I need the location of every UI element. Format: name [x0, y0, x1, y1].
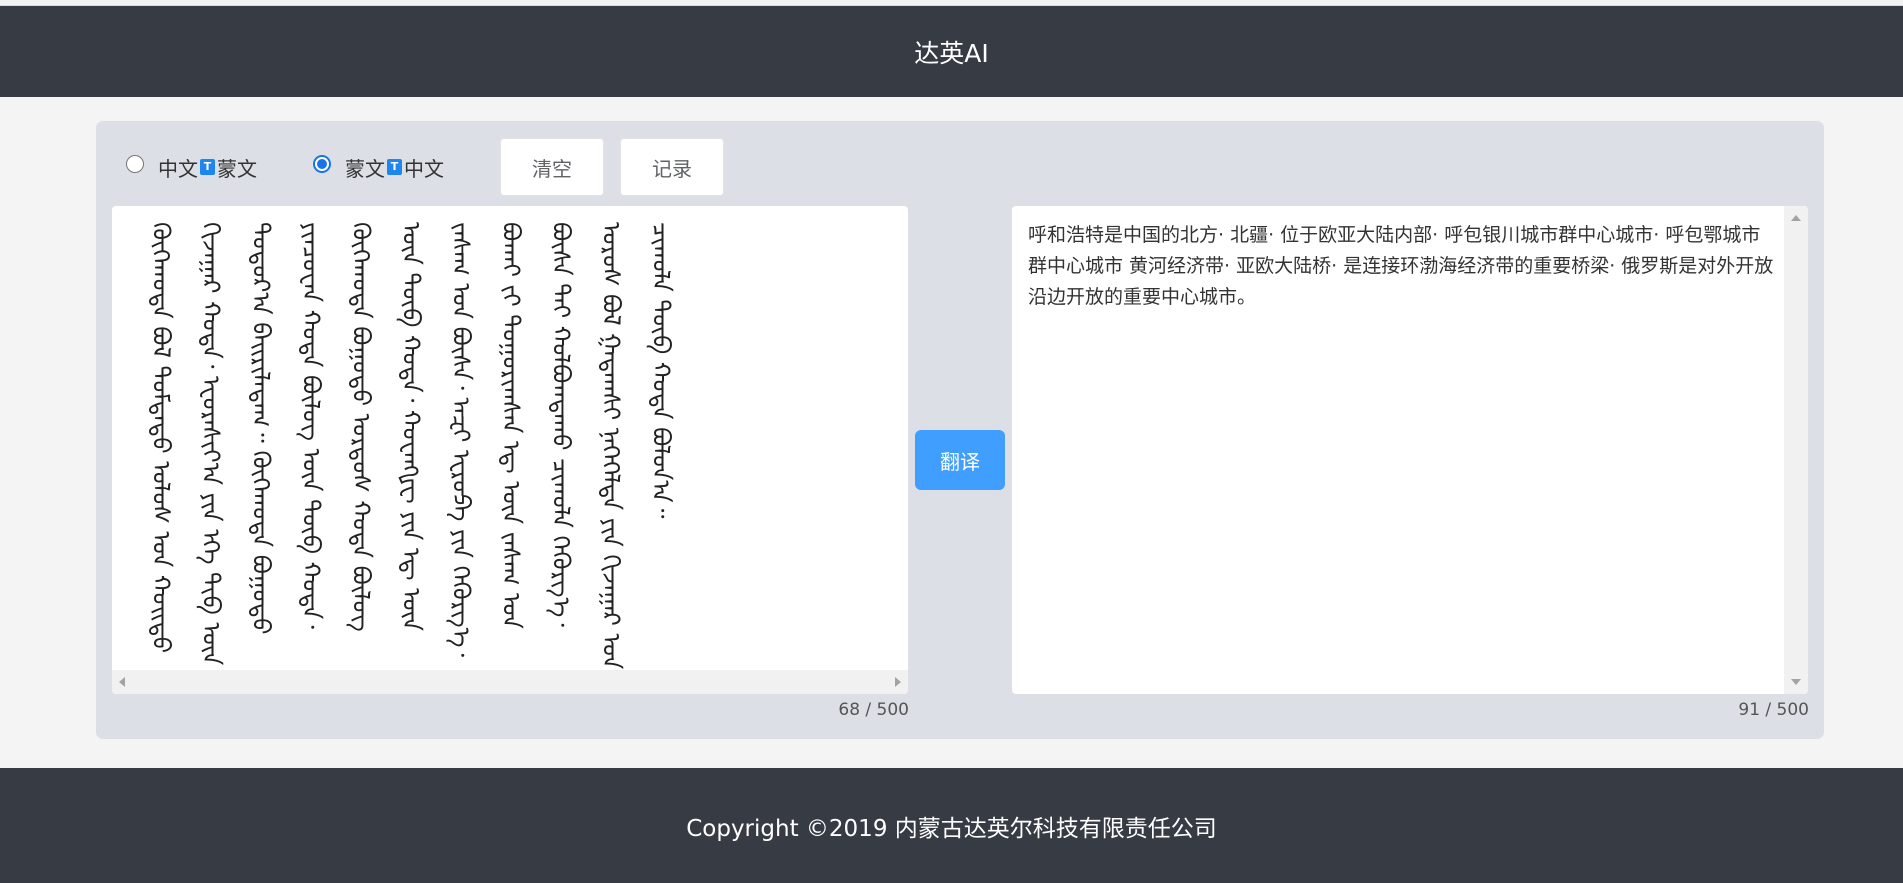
scroll-down-icon[interactable] — [1791, 679, 1801, 685]
radio-mn-to-zh-circle[interactable] — [313, 155, 331, 173]
radio-mn-to-zh[interactable]: 蒙文 T 中文 — [313, 152, 444, 182]
translate-button[interactable]: 翻译 — [915, 430, 1005, 490]
radio-zh-to-mn-from: 中文 — [158, 156, 198, 181]
result-char-count: 91 / 500 — [1738, 700, 1809, 720]
history-button[interactable]: 记录 — [620, 138, 724, 196]
footer-bar: Copyright ©2019 内蒙古达英尔科技有限责任公司 — [0, 768, 1903, 883]
scroll-up-icon[interactable] — [1791, 215, 1801, 221]
result-textarea[interactable]: 呼和浩特是中国的北方· 北疆· 位于欧亚大陆内部· 呼包银川城市群中心城市· 呼… — [1011, 205, 1809, 695]
source-char-count: 68 / 500 — [838, 700, 909, 720]
header-bar: 达英AI — [0, 6, 1903, 97]
app-title: 达英AI — [914, 38, 989, 68]
vertical-scrollbar[interactable] — [1784, 206, 1808, 694]
result-text: 呼和浩特是中国的北方· 北疆· 位于欧亚大陆内部· 呼包银川城市群中心城市· 呼… — [1028, 224, 1774, 308]
copyright-text: Copyright ©2019 内蒙古达英尔科技有限责任公司 — [686, 815, 1217, 842]
translate-badge-icon: T — [200, 159, 215, 175]
scroll-right-icon[interactable] — [895, 677, 901, 687]
radio-zh-to-mn-to: 蒙文 — [217, 156, 257, 181]
radio-zh-to-mn[interactable]: 中文 T 蒙文 — [126, 152, 257, 182]
translate-badge-icon: T — [387, 159, 402, 175]
source-text: ᠬᠥᠬᠡᠬᠣᠲᠠ ᠪᠣᠯ ᠳᠤᠮᠳᠠᠳᠤ ᠤᠯᠤᠰ ᠤᠨ ᠬᠣᠢᠲᠤ ᠬᠢᠵᠠᠭ… — [147, 222, 675, 670]
source-textarea[interactable]: ᠬᠥᠬᠡᠬᠣᠲᠠ ᠪᠣᠯ ᠳᠤᠮᠳᠠᠳᠤ ᠤᠯᠤᠰ ᠤᠨ ᠬᠣᠢᠲᠤ ᠬᠢᠵᠠᠭ… — [111, 205, 909, 695]
scroll-left-icon[interactable] — [119, 677, 125, 687]
radio-mn-to-zh-to: 中文 — [404, 156, 444, 181]
horizontal-scrollbar[interactable] — [112, 670, 908, 694]
radio-mn-to-zh-from: 蒙文 — [345, 156, 385, 181]
clear-button[interactable]: 清空 — [500, 138, 604, 196]
radio-zh-to-mn-circle[interactable] — [126, 155, 144, 173]
